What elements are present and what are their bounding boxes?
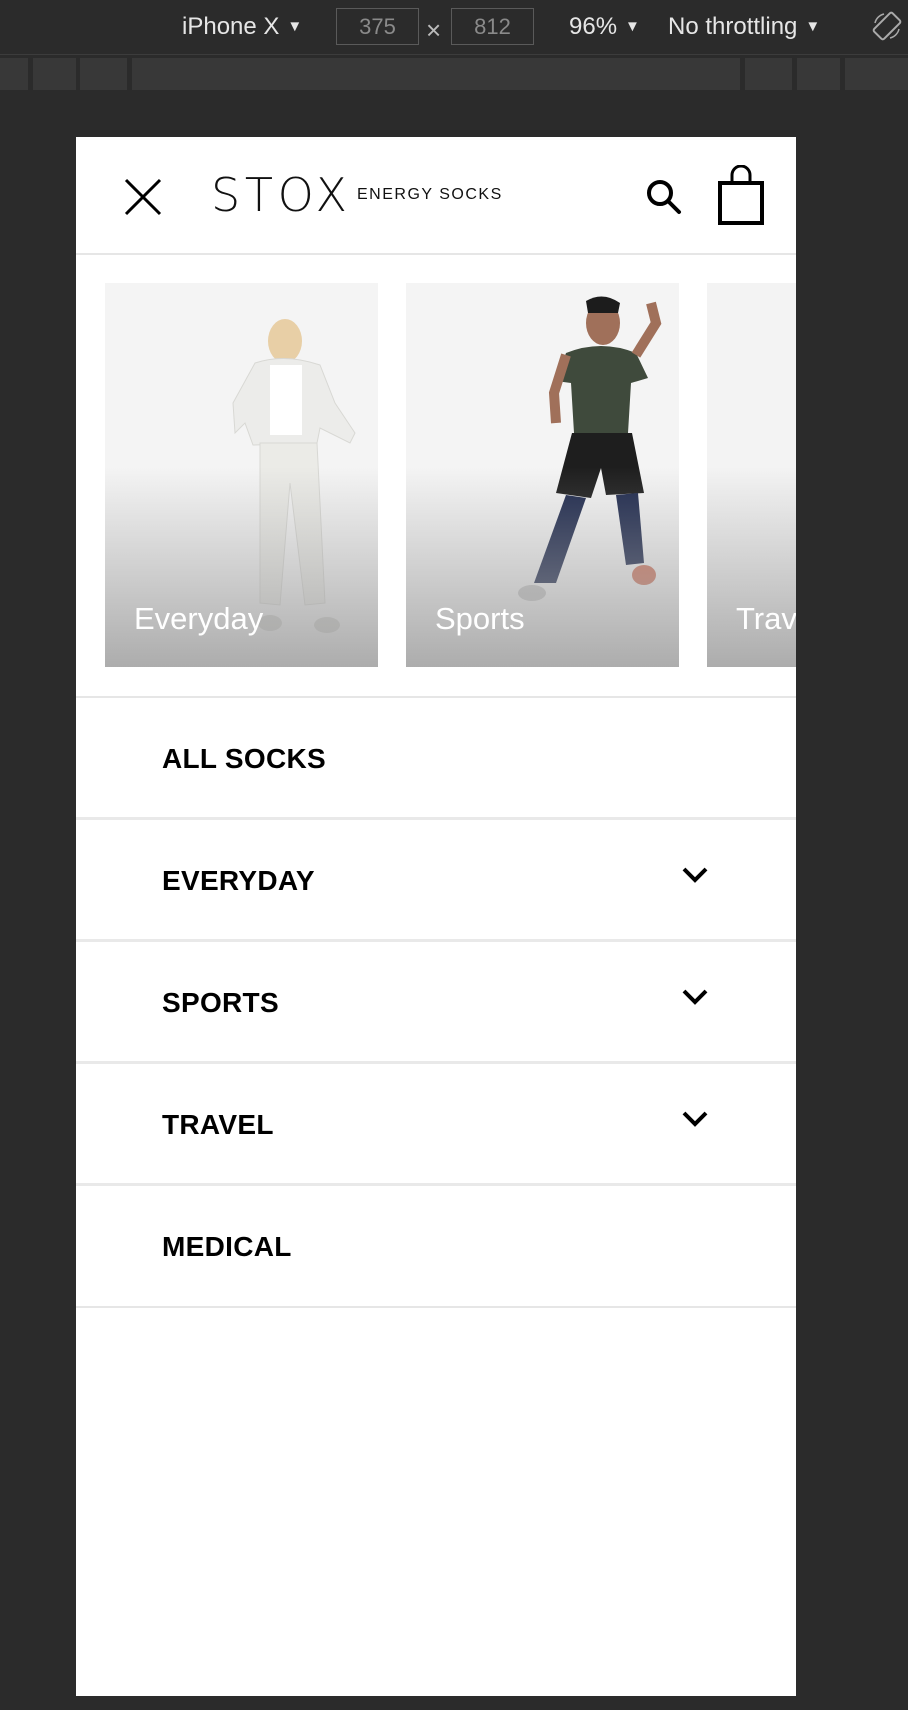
- menu-item-travel[interactable]: TRAVEL: [76, 1064, 796, 1186]
- brand-logo[interactable]: STOX ENERGY SOCKS: [211, 173, 503, 215]
- chevron-down-icon[interactable]: [680, 1108, 710, 1130]
- shopping-bag-icon: [718, 164, 764, 225]
- viewport-height-input[interactable]: 812: [451, 8, 534, 45]
- chevron-down-icon[interactable]: [680, 864, 710, 886]
- category-card-everyday[interactable]: Everyday: [105, 283, 378, 667]
- devtools-toolbar: iPhone X ▼ 375 × 812 96% ▼ No throttling ▼: [0, 0, 908, 55]
- chevron-down-icon[interactable]: [680, 986, 710, 1008]
- category-card-label: Trav: [736, 601, 796, 636]
- size-separator: ×: [426, 15, 442, 45]
- logo-tagline: ENERGY SOCKS: [357, 186, 503, 203]
- site-header: STOX ENERGY SOCKS: [76, 137, 796, 255]
- throttling-value: No throttling: [668, 13, 798, 40]
- close-menu-button[interactable]: [121, 175, 165, 219]
- cart-button[interactable]: [716, 164, 766, 227]
- menu-item-medical[interactable]: MEDICAL: [76, 1186, 796, 1308]
- close-icon: [124, 178, 162, 216]
- menu-item-label: SPORTS: [162, 987, 279, 1018]
- mobile-viewport: STOX ENERGY SOCKS Everyday Sports Trav A…: [76, 137, 796, 1696]
- zoom-select[interactable]: 96% ▼: [569, 13, 640, 41]
- device-select[interactable]: iPhone X ▼: [182, 13, 302, 41]
- chevron-down-icon: ▼: [625, 18, 640, 35]
- device-name: iPhone X: [182, 13, 280, 40]
- category-carousel: Everyday Sports Trav: [105, 283, 796, 667]
- category-card-label: Everyday: [134, 601, 264, 636]
- menu-item-all-socks[interactable]: ALL SOCKS: [76, 698, 796, 820]
- chevron-down-icon: ▼: [805, 18, 821, 35]
- category-card-label: Sports: [435, 601, 525, 636]
- search-button[interactable]: [642, 175, 686, 219]
- category-card-sports[interactable]: Sports: [406, 283, 679, 667]
- menu-item-label: MEDICAL: [162, 1231, 292, 1262]
- svg-text:STOX: STOX: [211, 173, 346, 215]
- menu-item-label: TRAVEL: [162, 1109, 274, 1140]
- viewport-width-input[interactable]: 375: [336, 8, 419, 45]
- menu-item-label: EVERYDAY: [162, 865, 315, 896]
- menu-item-sports[interactable]: SPORTS: [76, 942, 796, 1064]
- rotate-icon[interactable]: [872, 11, 902, 48]
- chevron-down-icon: ▼: [287, 18, 303, 35]
- search-icon: [647, 180, 681, 214]
- throttling-select[interactable]: No throttling ▼: [668, 13, 820, 41]
- category-menu: ALL SOCKS EVERYDAY SPORTS TRAVEL MEDICAL: [76, 698, 796, 1308]
- category-card-travel[interactable]: Trav: [707, 283, 796, 667]
- media-query-bar: [0, 58, 908, 90]
- zoom-value: 96%: [569, 13, 618, 40]
- menu-item-everyday[interactable]: EVERYDAY: [76, 820, 796, 942]
- stox-logo: STOX: [211, 173, 347, 215]
- menu-item-label: ALL SOCKS: [162, 743, 326, 774]
